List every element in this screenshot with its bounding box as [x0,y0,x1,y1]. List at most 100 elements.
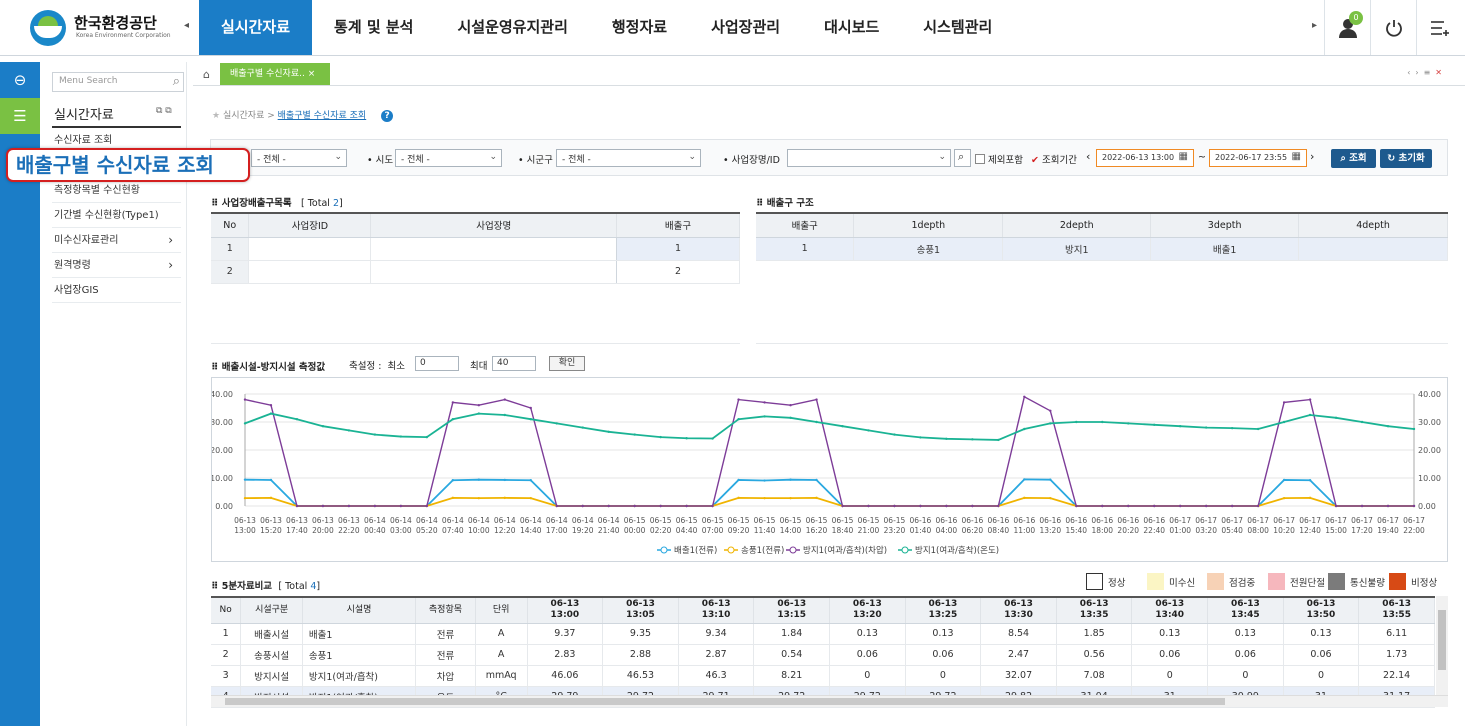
time-column-header[interactable]: 06-13 13:10 [678,597,755,624]
close-icon[interactable]: × [308,69,316,79]
nav-system[interactable]: 시스템관리 [901,0,1014,55]
x-tick-time: 17:20 [1351,526,1373,535]
value-cell: 0 [1207,665,1284,687]
sidebar-item-missing[interactable]: 미수신자료관리 › [52,228,181,253]
logout-button[interactable] [1370,0,1416,55]
period-next-button[interactable]: › [1310,150,1314,163]
column-header[interactable]: 1depth [853,213,1004,238]
tab-list-icon[interactable]: ≡ [1424,68,1436,77]
menu-list-button[interactable]: ☰ [0,98,40,134]
nav-workplace[interactable]: 사업장관리 [689,0,802,55]
sidebar-item-gis[interactable]: 사업장GIS [52,278,181,303]
table-row[interactable]: 1 1 [211,237,740,261]
column-header[interactable]: 배출구 [756,213,855,238]
time-column-header[interactable]: 06-13 13:55 [1358,597,1435,624]
sidebar-item-remote[interactable]: 원격명령 › [52,253,181,278]
column-header[interactable]: No [211,213,250,238]
scrollbar-thumb[interactable] [225,698,1225,705]
tab-controls[interactable]: ‹›≡✕ [1407,68,1447,77]
nav-scroll-right-icon[interactable]: ▸ [1312,20,1317,31]
end-date-input[interactable]: 2022-06-17 23:55 ▦ [1209,149,1307,167]
tab-next-icon[interactable]: › [1415,68,1423,77]
measure-chart[interactable]: 0.00 0.00 10.00 10.00 20.00 20.00 30.00 30.00 40… [210,378,1449,563]
nav-scroll-left-icon[interactable]: ◂ [184,20,189,31]
table-row[interactable]: 2 송풍시설 송풍1 전류 A 2.83 2.88 2.87 0.54 0.06 0.06 2.47 0… [211,644,1435,666]
exclude-checkbox[interactable]: 제외포함 [975,152,1023,166]
sidebar-item-by-period[interactable]: 기간별 수신현황(Type1) [52,203,181,228]
time-column-header[interactable]: 06-13 13:05 [602,597,679,624]
horizontal-scrollbar[interactable] [211,695,1448,707]
menu-search-input[interactable]: Menu Search ⌕ [52,72,184,92]
menu-add-icon [1430,20,1449,36]
time-hour: 13:05 [626,610,655,621]
column-header[interactable]: 단위 [475,597,528,624]
time-column-header[interactable]: 06-13 13:15 [753,597,831,624]
column-header[interactable]: 시설명 [302,597,417,624]
legend-label: 전원단절 [1290,577,1325,589]
vertical-scrollbar[interactable] [1436,596,1448,696]
time-column-header[interactable]: 06-13 13:25 [905,597,982,624]
time-column-header[interactable]: 06-13 13:50 [1283,597,1360,624]
calendar-icon[interactable]: ▦ [1179,151,1188,162]
axis-max-input[interactable]: 40 [492,356,536,371]
time-column-header[interactable]: 06-13 13:20 [829,597,906,624]
nav-realtime[interactable]: 실시간자료 [199,0,313,55]
close-all-icon[interactable]: ✕ [1435,68,1447,77]
tab-outlet-data[interactable]: 배출구별 수신자료.. × [220,63,330,85]
sido-select[interactable]: - 전체 - ⌄ [395,149,502,167]
time-column-header[interactable]: 06-13 13:00 [527,597,604,624]
search-icon[interactable]: ⌕ [173,74,180,89]
menu-toggle-button[interactable] [1416,0,1462,55]
reset-button[interactable]: ↻ 초기화 [1380,149,1432,168]
chevron-down-icon: ⌄ [688,152,696,162]
nav-admin-data[interactable]: 행정자료 [590,0,689,55]
column-header[interactable]: 시설구분 [240,597,303,624]
table-row[interactable]: 1 송풍1 방지1 배출1 [756,237,1448,261]
time-hour: 13:30 [1004,610,1033,621]
axis-min-input[interactable]: 0 [415,356,459,371]
breadcrumb-root[interactable]: 실시간자료 [223,111,264,121]
column-header[interactable]: 2depth [1002,213,1152,238]
series-point [1179,425,1182,428]
search-button[interactable]: ⌕ 조회 [1331,149,1376,168]
period-prev-button[interactable]: ‹ [1086,150,1090,163]
series-point [529,418,532,421]
home-icon[interactable]: ⌂ [203,68,210,81]
column-header[interactable]: 배출구 [616,213,740,238]
column-header[interactable]: 3depth [1150,213,1300,238]
table-row[interactable]: 3 방지시설 방지1(여과/흡착) 차압 mmAq 46.06 46.53 46.3 8.21 0… [211,665,1435,687]
back-button[interactable]: ⊖ [0,62,40,98]
x-tick-time: 15:20 [260,526,282,535]
star-icon[interactable]: ★ [212,111,220,121]
time-column-header[interactable]: 06-13 13:40 [1131,597,1209,624]
company-search-button[interactable]: ⌕ [954,149,971,167]
time-column-header[interactable]: 06-13 13:35 [1056,597,1133,624]
column-header[interactable]: 측정항목 [415,597,476,624]
copy-icon[interactable]: ⧉ ⧉ [156,106,172,116]
time-column-header[interactable]: 06-13 13:45 [1207,597,1284,624]
breadcrumb-current[interactable]: 배출구별 수신자료 조회 [278,111,367,121]
exclude-checkbox-box[interactable] [975,154,985,164]
time-column-header[interactable]: 06-13 13:30 [980,597,1057,624]
table-row[interactable]: 1 배출시설 배출1 전류 A 9.37 9.35 9.34 1.84 0.13 0.13 8.54 1… [211,623,1435,645]
help-icon[interactable]: ? [381,110,394,122]
x-tick-time: 22:20 [338,526,360,535]
start-date-input[interactable]: 2022-06-13 13:00 ▦ [1096,149,1194,167]
calendar-icon[interactable]: ▦ [1292,151,1301,162]
column-header[interactable]: No [211,597,242,624]
nav-dashboard[interactable]: 대시보드 [802,0,901,55]
nav-stats[interactable]: 통계 및 분석 [312,0,435,55]
company-select[interactable]: ⌄ [787,149,951,167]
user-button[interactable]: 0 [1324,0,1370,55]
column-header[interactable]: 4depth [1298,213,1448,238]
column-header[interactable]: 사업장ID [248,213,372,238]
logo[interactable]: 한국환경공단 Korea Environment Corporation [30,8,190,48]
scrollbar-thumb[interactable] [1438,610,1446,670]
legend-swatch [1268,573,1285,590]
axis-confirm-button[interactable]: 확인 [549,356,585,371]
table-row[interactable]: 2 2 [211,260,740,284]
category-select[interactable]: - 전체 - ⌄ [251,149,347,167]
nav-facility[interactable]: 시설운영유지관리 [435,0,589,55]
sigungu-select[interactable]: - 전체 - ⌄ [556,149,701,167]
column-header[interactable]: 사업장명 [370,213,618,238]
